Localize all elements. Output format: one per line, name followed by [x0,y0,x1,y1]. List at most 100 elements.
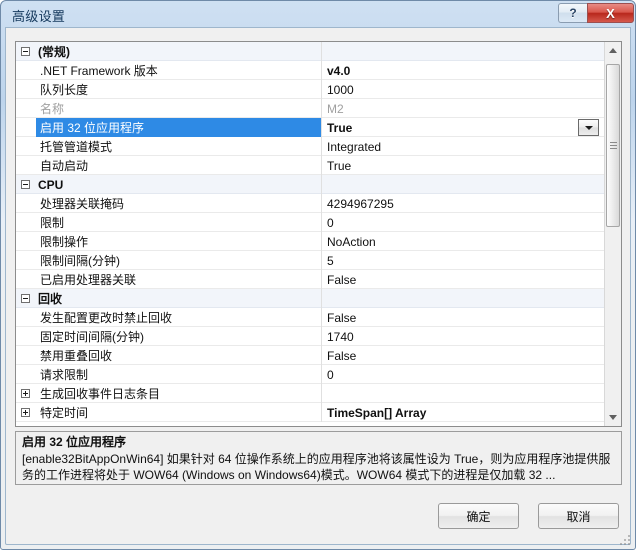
description-pane: 启用 32 位应用程序 [enable32BitAppOnWin64] 如果针对… [15,431,622,485]
property-value[interactable] [327,175,587,194]
scroll-down-arrow-icon[interactable] [605,409,621,426]
scroll-up-arrow-icon[interactable] [605,42,621,59]
property-grid-row[interactable]: 限制 0 [16,213,604,232]
collapse-minus-icon[interactable] [21,294,30,303]
property-name[interactable]: 名称 [36,99,320,118]
property-value[interactable]: True [327,118,587,137]
column-splitter[interactable] [321,118,322,137]
column-splitter[interactable] [321,156,322,175]
property-name[interactable]: 队列长度 [36,80,320,99]
column-splitter[interactable] [321,232,322,251]
property-value[interactable] [327,42,587,61]
property-value[interactable]: True [327,156,587,175]
scrollbar-thumb[interactable] [606,64,620,227]
property-grid-row[interactable]: 已启用处理器关联 False [16,270,604,289]
property-value[interactable] [327,384,587,403]
vertical-scrollbar[interactable] [604,42,621,426]
property-name[interactable]: 启用 32 位应用程序 [36,118,321,137]
column-splitter[interactable] [321,365,322,384]
property-grid-category-row[interactable]: (常规) [16,42,604,61]
column-splitter[interactable] [321,327,322,346]
property-grid-row[interactable]: 托管管道模式 Integrated [16,137,604,156]
column-splitter[interactable] [321,289,322,308]
property-grid-row[interactable]: 启用 32 位应用程序 True [16,118,604,137]
property-grid-row[interactable]: 发生配置更改时禁止回收 False [16,308,604,327]
column-splitter[interactable] [321,194,322,213]
property-name[interactable]: 限制间隔(分钟) [36,251,320,270]
column-splitter[interactable] [321,99,322,118]
property-name[interactable]: 托管管道模式 [36,137,320,156]
column-splitter[interactable] [321,61,322,80]
property-grid-row[interactable]: 生成回收事件日志条目 [16,384,604,403]
property-value[interactable]: 4294967295 [327,194,587,213]
property-value[interactable]: 0 [327,213,587,232]
column-splitter[interactable] [321,403,322,422]
property-grid-row[interactable]: 自动启动 True [16,156,604,175]
collapse-minus-icon[interactable] [21,180,30,189]
property-name[interactable]: 生成回收事件日志条目 [36,384,320,403]
help-button[interactable]: ? [558,3,587,23]
resize-grip-icon[interactable] [619,534,630,545]
title-bar-buttons: ? X [558,3,634,24]
property-name[interactable]: 限制 [36,213,320,232]
property-grid-row[interactable]: 请求限制 0 [16,365,604,384]
ok-button[interactable]: 确定 [438,503,519,529]
column-splitter[interactable] [321,80,322,99]
property-value[interactable]: False [327,308,587,327]
property-value[interactable]: False [327,270,587,289]
property-grid-row[interactable]: 限制操作 NoAction [16,232,604,251]
column-splitter[interactable] [321,213,322,232]
column-splitter[interactable] [321,308,322,327]
property-name[interactable]: 自动启动 [36,156,320,175]
column-splitter[interactable] [321,137,322,156]
property-grid-row[interactable]: 限制间隔(分钟) 5 [16,251,604,270]
property-name[interactable]: 特定时间 [36,403,320,422]
property-value[interactable]: 5 [327,251,587,270]
property-name[interactable]: .NET Framework 版本 [36,61,320,80]
column-splitter[interactable] [321,346,322,365]
property-grid-category-row[interactable]: CPU [16,175,604,194]
column-splitter[interactable] [321,384,322,403]
column-splitter[interactable] [321,42,322,61]
property-grid-row[interactable]: 名称 M2 [16,99,604,118]
property-grid[interactable]: (常规) .NET Framework 版本 v4.0 队列长度 1000 名称 M2 启用 … [15,41,622,427]
property-grid-row[interactable]: .NET Framework 版本 v4.0 [16,61,604,80]
property-grid-category-row[interactable]: 回收 [16,289,604,308]
property-name[interactable]: 固定时间间隔(分钟) [36,327,320,346]
property-value[interactable]: 1000 [327,80,587,99]
property-name[interactable]: 禁用重叠回收 [36,346,320,365]
property-name[interactable]: 已启用处理器关联 [36,270,320,289]
cancel-button[interactable]: 取消 [538,503,619,529]
title-bar[interactable]: 高级设置 ? X [1,1,635,27]
column-splitter[interactable] [321,251,322,270]
value-dropdown-button[interactable] [578,119,599,136]
property-value[interactable]: v4.0 [327,61,587,80]
expand-plus-icon[interactable] [21,408,30,417]
property-value[interactable] [327,289,587,308]
property-value[interactable]: NoAction [327,232,587,251]
property-value[interactable]: 0 [327,365,587,384]
property-value[interactable]: M2 [327,99,587,118]
close-button[interactable]: X [587,3,634,23]
property-grid-row[interactable]: 处理器关联掩码 4294967295 [16,194,604,213]
property-name[interactable]: 发生配置更改时禁止回收 [36,308,320,327]
property-grid-row[interactable]: 禁用重叠回收 False [16,346,604,365]
property-value[interactable]: 1740 [327,327,587,346]
collapse-minus-icon[interactable] [21,47,30,56]
description-text: [enable32BitAppOnWin64] 如果针对 64 位操作系统上的应… [22,452,611,482]
property-name[interactable]: 处理器关联掩码 [36,194,320,213]
property-name[interactable]: (常规) [34,42,318,61]
column-splitter[interactable] [321,270,322,289]
property-grid-row[interactable]: 固定时间间隔(分钟) 1740 [16,327,604,346]
property-name[interactable]: 回收 [34,289,318,308]
property-name[interactable]: 限制操作 [36,232,320,251]
property-name[interactable]: 请求限制 [36,365,320,384]
column-splitter[interactable] [321,175,322,194]
property-value[interactable]: False [327,346,587,365]
property-name[interactable]: CPU [34,175,318,194]
property-value[interactable]: Integrated [327,137,587,156]
property-value[interactable]: TimeSpan[] Array [327,403,587,422]
expand-plus-icon[interactable] [21,389,30,398]
property-grid-row[interactable]: 特定时间 TimeSpan[] Array [16,403,604,422]
property-grid-row[interactable]: 队列长度 1000 [16,80,604,99]
